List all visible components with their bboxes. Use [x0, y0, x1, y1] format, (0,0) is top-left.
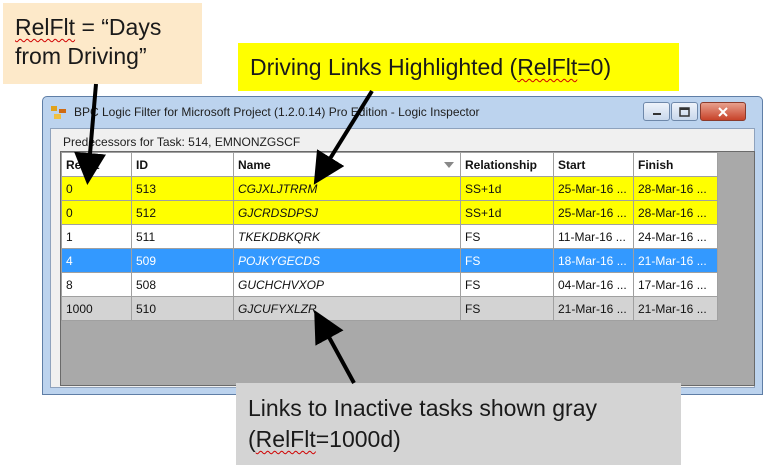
callout-relflt-term: RelFlt: [15, 14, 76, 40]
callout-relflt-line1: RelFlt = “Days: [15, 13, 190, 42]
callout-inactive-links: Links to Inactive tasks shown gray (RelF…: [236, 383, 681, 465]
callout-relflt-definition: RelFlt = “Days from Driving”: [3, 3, 202, 84]
column-header-relationship[interactable]: Relationship: [460, 152, 554, 177]
cell-id: 511: [131, 224, 234, 249]
minimize-icon: [652, 112, 661, 115]
cell-relationship: FS: [460, 224, 554, 249]
table-row[interactable]: 1000 510 GJCUFYXLZR FS 21-Mar-16 ... 21-…: [61, 296, 718, 321]
callout-driving-suffix: =0): [577, 54, 612, 80]
callout-relflt-line2: from Driving”: [15, 43, 147, 69]
cell-id: 512: [131, 200, 234, 225]
column-header-start[interactable]: Start: [553, 152, 634, 177]
cell-id: 510: [131, 296, 234, 321]
title-bar[interactable]: BPC Logic Filter for Microsoft Project (…: [43, 97, 762, 127]
cell-relflt: 8: [61, 272, 132, 297]
callout-driving-text: Driving Links Highlighted (: [250, 54, 518, 80]
minimize-button[interactable]: [643, 102, 670, 121]
column-header-name-label: Name: [238, 157, 271, 172]
cell-name: POJKYGECDS: [233, 248, 461, 273]
cell-finish: 21-Mar-16 ...: [633, 248, 718, 273]
sort-down-icon: [444, 162, 454, 168]
cell-relationship: FS: [460, 296, 554, 321]
cell-relflt: 0: [61, 200, 132, 225]
cell-start: 04-Mar-16 ...: [553, 272, 634, 297]
cell-id: 508: [131, 272, 234, 297]
callout-driving-links: Driving Links Highlighted (RelFlt=0): [238, 43, 679, 91]
maximize-button[interactable]: [671, 102, 698, 121]
cell-id: 513: [131, 176, 234, 201]
cell-name: GUCHCHVXOP: [233, 272, 461, 297]
column-header-finish[interactable]: Finish: [633, 152, 718, 177]
cell-finish: 24-Mar-16 ...: [633, 224, 718, 249]
cell-name: GJCUFYXLZR: [233, 296, 461, 321]
callout-inactive-line2: (RelFlt=1000d): [248, 424, 669, 455]
cell-name: TKEKDBKQRK: [233, 224, 461, 249]
callout-inactive-suffix: =1000d): [315, 426, 401, 452]
logic-inspector-window: BPC Logic Filter for Microsoft Project (…: [42, 96, 763, 395]
cell-relflt: 0: [61, 176, 132, 201]
cell-name: CGJXLJTRRM: [233, 176, 461, 201]
table-header-row: RelFlt ID Name Relationship Start Finish: [61, 152, 718, 177]
callout-inactive-line1: Links to Inactive tasks shown gray: [248, 395, 597, 421]
callout-inactive-term: RelFlt: [255, 426, 316, 452]
column-header-relflt[interactable]: RelFlt: [61, 152, 132, 177]
cell-relflt: 4: [61, 248, 132, 273]
cell-finish: 28-Mar-16 ...: [633, 200, 718, 225]
app-icon: [51, 106, 66, 119]
cell-finish: 21-Mar-16 ...: [633, 296, 718, 321]
table-row[interactable]: 0 512 GJCRDSDPSJ SS+1d 25-Mar-16 ... 28-…: [61, 200, 718, 225]
predecessor-grid[interactable]: RelFlt ID Name Relationship Start Finish…: [60, 151, 755, 386]
callout-relflt-text: = “Days: [75, 14, 162, 40]
column-header-name[interactable]: Name: [233, 152, 461, 177]
cell-finish: 28-Mar-16 ...: [633, 176, 718, 201]
cell-relationship: SS+1d: [460, 176, 554, 201]
cell-id: 509: [131, 248, 234, 273]
table-row[interactable]: 1 511 TKEKDBKQRK FS 11-Mar-16 ... 24-Mar…: [61, 224, 718, 249]
close-button[interactable]: [700, 102, 746, 121]
close-icon: [718, 106, 728, 117]
callout-inactive-prefix: (: [248, 426, 256, 452]
cell-relationship: SS+1d: [460, 200, 554, 225]
cell-relflt: 1: [61, 224, 132, 249]
maximize-icon: [679, 106, 690, 117]
table-row[interactable]: 8 508 GUCHCHVXOP FS 04-Mar-16 ... 17-Mar…: [61, 272, 718, 297]
cell-finish: 17-Mar-16 ...: [633, 272, 718, 297]
cell-start: 18-Mar-16 ...: [553, 248, 634, 273]
cell-start: 25-Mar-16 ...: [553, 176, 634, 201]
cell-relationship: FS: [460, 272, 554, 297]
cell-start: 21-Mar-16 ...: [553, 296, 634, 321]
window-title: BPC Logic Filter for Microsoft Project (…: [74, 105, 480, 119]
table-row[interactable]: 0 513 CGJXLJTRRM SS+1d 25-Mar-16 ... 28-…: [61, 176, 718, 201]
column-header-id[interactable]: ID: [131, 152, 234, 177]
predecessors-label: Predecessors for Task: 514, EMNONZGSCF: [63, 135, 301, 149]
cell-name: GJCRDSDPSJ: [233, 200, 461, 225]
window-client-area: Predecessors for Task: 514, EMNONZGSCF R…: [50, 128, 755, 388]
callout-driving-term: RelFlt: [517, 54, 578, 80]
table-row-selected[interactable]: 4 509 POJKYGECDS FS 18-Mar-16 ... 21-Mar…: [61, 248, 718, 273]
predecessor-table: RelFlt ID Name Relationship Start Finish…: [61, 152, 718, 321]
cell-start: 11-Mar-16 ...: [553, 224, 634, 249]
cell-start: 25-Mar-16 ...: [553, 200, 634, 225]
cell-relflt: 1000: [61, 296, 132, 321]
cell-relationship: FS: [460, 248, 554, 273]
